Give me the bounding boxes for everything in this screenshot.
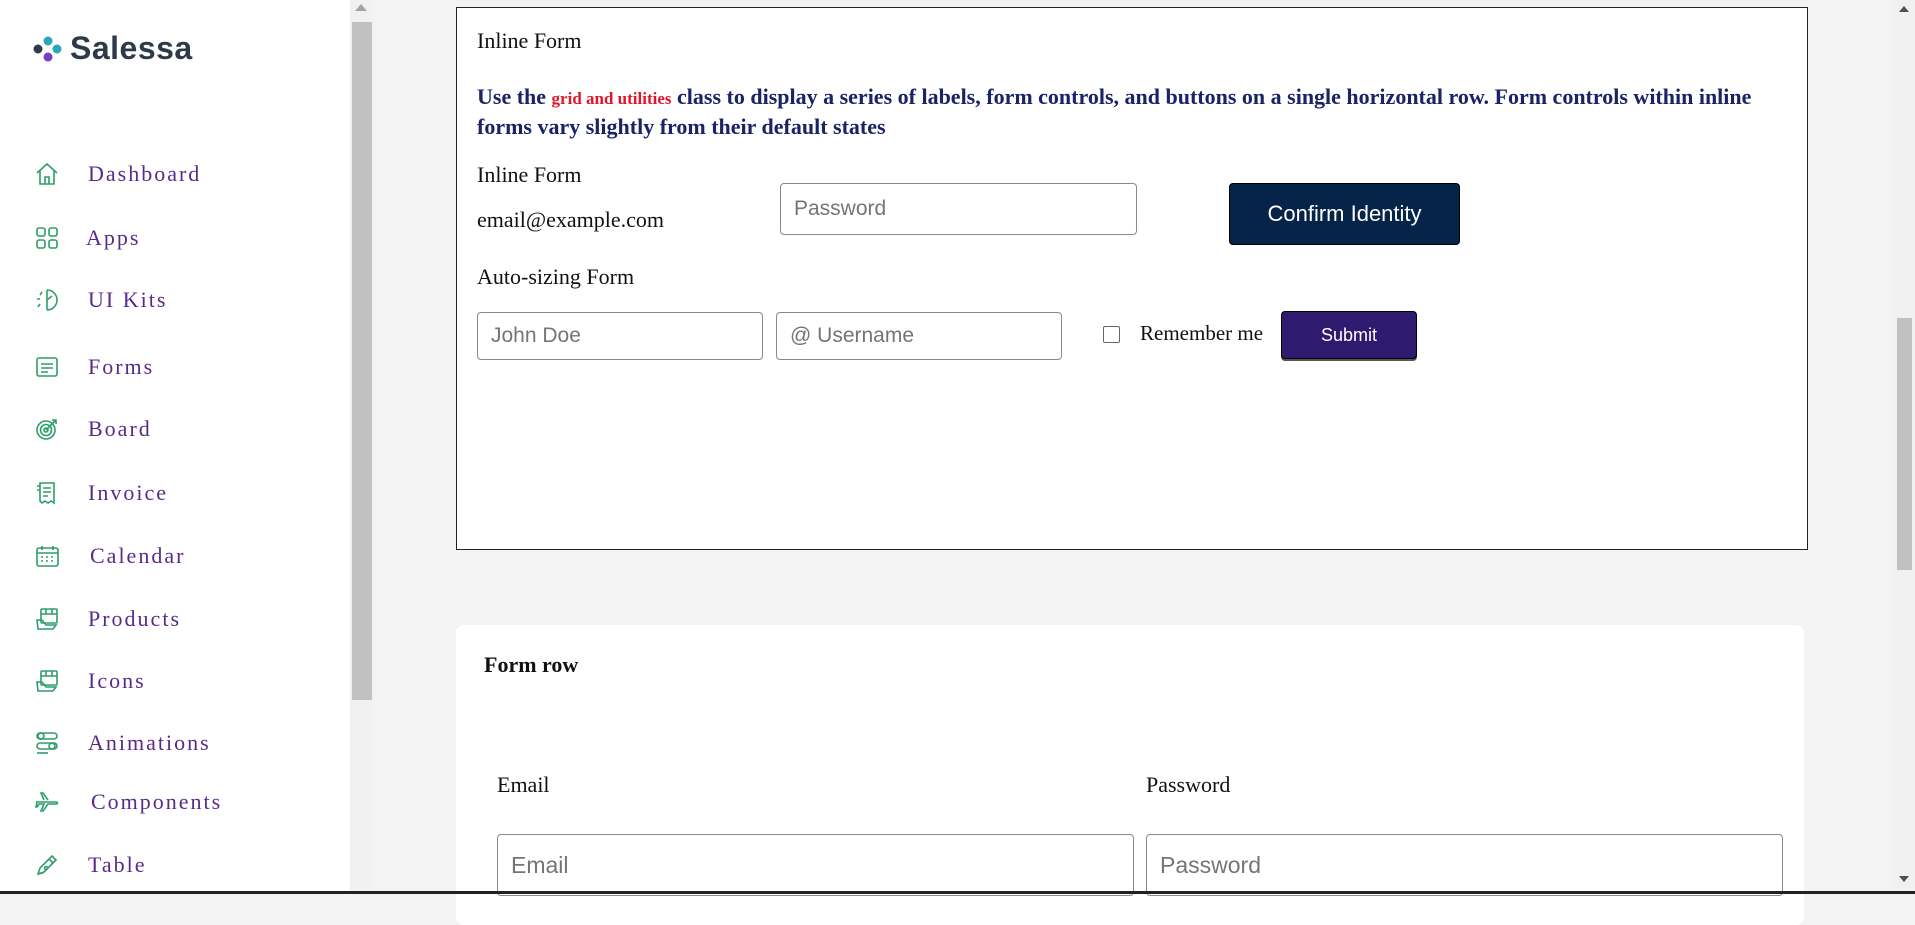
card-title: Inline Form	[477, 28, 582, 53]
sidebar-item-products[interactable]: Products	[34, 604, 181, 634]
sidebar: Salessa Dashboard Apps UI Kits Forms Boa…	[0, 0, 350, 894]
sidebar-item-label: Invoice	[88, 480, 168, 505]
sidebar-item-animations[interactable]: Animations	[34, 728, 211, 758]
sidebar-scrollbar-thumb[interactable]	[352, 22, 372, 700]
inline-form-card: Inline Form Use the grid and utilities c…	[456, 7, 1808, 550]
submit-button[interactable]: Submit	[1281, 311, 1417, 359]
name-placeholder: John Doe	[491, 324, 581, 347]
target-icon	[34, 416, 60, 442]
sidebar-item-calendar[interactable]: Calendar	[34, 541, 185, 571]
page-scroll-up-icon[interactable]	[1899, 6, 1909, 12]
brand-name: Salessa	[70, 30, 193, 66]
password-placeholder: Password	[794, 197, 887, 220]
sidebar-item-label: UI Kits	[88, 287, 168, 312]
remember-me-label[interactable]: Remember me	[1140, 321, 1263, 346]
confirm-identity-button[interactable]: Confirm Identity	[1229, 183, 1460, 245]
apps-grid-icon	[34, 225, 60, 251]
sidebar-item-label: Dashboard	[88, 161, 202, 186]
sidebar-item-dashboard[interactable]: Dashboard	[34, 159, 201, 189]
sidebar-item-forms[interactable]: Forms	[34, 352, 154, 382]
page-scrollbar-thumb[interactable]	[1897, 318, 1912, 570]
invoice-icon	[34, 480, 60, 506]
sidebar-item-board[interactable]: Board	[34, 414, 152, 444]
ui-kits-icon	[34, 287, 60, 313]
sidebar-item-apps[interactable]: Apps	[34, 223, 140, 253]
sidebar-item-components[interactable]: Components	[34, 787, 222, 817]
plane-icon	[34, 789, 60, 815]
sidebar-item-label: Forms	[88, 354, 155, 379]
sidebar-item-label: Board	[88, 416, 152, 441]
sidebar-item-icons[interactable]: Icons	[34, 666, 146, 696]
pen-icon	[34, 852, 60, 878]
email-placeholder: Email	[511, 851, 569, 878]
home-icon	[34, 161, 60, 187]
sidebar-item-label: Animations	[88, 730, 211, 755]
password-label: Password	[1146, 772, 1231, 797]
sidebar-item-label: Calendar	[90, 543, 186, 568]
sidebar-item-invoice[interactable]: Invoice	[34, 478, 168, 508]
email-label: Email	[497, 772, 550, 797]
sidebar-item-label: Products	[88, 606, 181, 631]
static-email: email@example.com	[477, 207, 665, 232]
name-input[interactable]: John Doe	[477, 312, 763, 360]
password-input[interactable]: Password	[780, 183, 1137, 235]
card-description: Use the grid and utilities class to disp…	[477, 83, 1777, 141]
description-prefix: Use the	[477, 84, 552, 109]
products-icon	[34, 606, 60, 632]
forms-icon	[34, 354, 60, 380]
page-scroll-down-icon[interactable]	[1899, 876, 1909, 882]
brand-logo[interactable]: Salessa	[30, 30, 193, 67]
password-field-placeholder: Password	[1160, 851, 1261, 878]
email-field[interactable]: Email	[497, 834, 1134, 896]
password-field[interactable]: Password	[1146, 834, 1783, 896]
username-placeholder: @ Username	[790, 324, 915, 347]
sidebar-item-label: Components	[91, 789, 223, 814]
description-highlight: grid and utilities	[551, 89, 672, 108]
username-input[interactable]: @ Username	[776, 312, 1062, 360]
icons-icon	[34, 668, 60, 694]
sidebar-item-table[interactable]: Table	[34, 850, 147, 880]
card-title: Form row	[484, 652, 579, 677]
sidebar-item-ui-kits[interactable]: UI Kits	[34, 285, 167, 315]
inline-form-label: Inline Form	[477, 162, 582, 187]
logo-mark-icon	[33, 36, 62, 61]
auto-sizing-label: Auto-sizing Form	[477, 264, 635, 289]
sidebar-item-label: Apps	[86, 225, 141, 250]
sidebar-scroll-up-icon[interactable]	[355, 4, 367, 11]
sidebar-item-label: Icons	[88, 668, 146, 693]
sidebar-item-label: Table	[88, 852, 147, 877]
remember-me-checkbox[interactable]	[1103, 326, 1120, 343]
sliders-icon	[34, 730, 60, 756]
form-row-card: Form row Email Password Email Password	[456, 625, 1804, 925]
calendar-icon	[34, 543, 60, 569]
